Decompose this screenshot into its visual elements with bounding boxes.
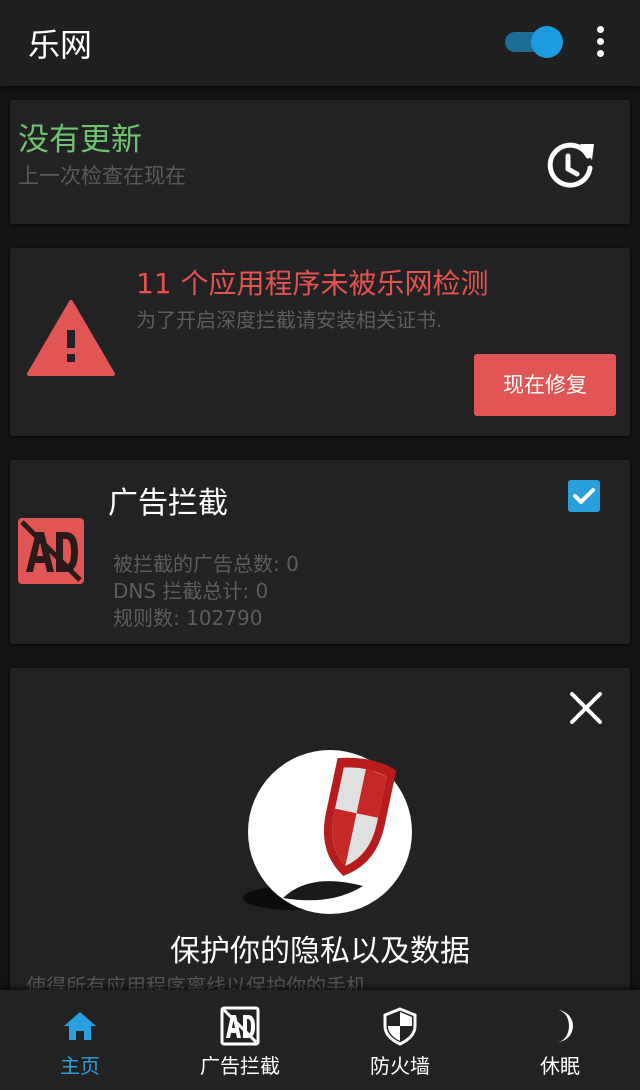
shield-icon xyxy=(383,1007,417,1046)
close-icon[interactable] xyxy=(566,688,606,728)
ad-block-icon xyxy=(220,1006,260,1046)
nav-item-home[interactable]: 主页 xyxy=(0,990,160,1090)
nav-item-adblock[interactable]: 广告拦截 xyxy=(160,990,320,1090)
app-title: 乐网 xyxy=(28,26,93,64)
protection-toggle[interactable] xyxy=(505,26,563,58)
nav-label-sleep: 休眠 xyxy=(540,1054,580,1078)
dns-blocked-total: DNS 拦截总计: 0 xyxy=(113,579,269,603)
ad-block-icon xyxy=(18,518,84,584)
home-icon xyxy=(64,1012,96,1040)
ad-block-title: 广告拦截 xyxy=(108,486,228,521)
promo-title: 保护你的隐私以及数据 xyxy=(170,934,470,969)
nav-label-home: 主页 xyxy=(60,1054,100,1078)
fix-now-button[interactable]: 现在修复 xyxy=(474,354,616,416)
bottom-navigation: 主页 广告拦截 防火墙 休眠 xyxy=(0,990,640,1090)
refresh-clock-icon[interactable] xyxy=(542,138,598,194)
rule-count: 规则数: 102790 xyxy=(113,606,263,630)
ad-block-checkbox[interactable] xyxy=(568,480,600,512)
app-bar: 乐网 xyxy=(0,0,640,86)
update-status-card: 没有更新 上一次检查在现在 xyxy=(10,100,630,224)
toggle-thumb xyxy=(531,26,563,58)
certificate-warning-card: 11 个应用程序未被乐网检测 为了开启深度拦截请安装相关证书. 现在修复 xyxy=(10,248,630,436)
ad-block-card[interactable]: 广告拦截 被拦截的广告总数: 0 DNS 拦截总计: 0 规则数: 102790 xyxy=(10,460,630,644)
warning-icon xyxy=(27,300,115,376)
nav-label-firewall: 防火墙 xyxy=(370,1054,430,1078)
warning-title: 11 个应用程序未被乐网检测 xyxy=(136,267,489,300)
nav-item-sleep[interactable]: 休眠 xyxy=(480,990,640,1090)
warning-subtitle: 为了开启深度拦截请安装相关证书. xyxy=(136,308,443,332)
blocked-ads-total: 被拦截的广告总数: 0 xyxy=(113,552,299,576)
shield-illustration-icon xyxy=(243,750,412,914)
update-status-title: 没有更新 xyxy=(18,122,142,158)
check-icon xyxy=(573,488,595,504)
moon-icon xyxy=(557,1010,573,1042)
more-options-icon[interactable] xyxy=(584,24,616,60)
nav-item-firewall[interactable]: 防火墙 xyxy=(320,990,480,1090)
update-status-subtitle: 上一次检查在现在 xyxy=(18,164,186,188)
nav-label-adblock: 广告拦截 xyxy=(200,1054,280,1078)
